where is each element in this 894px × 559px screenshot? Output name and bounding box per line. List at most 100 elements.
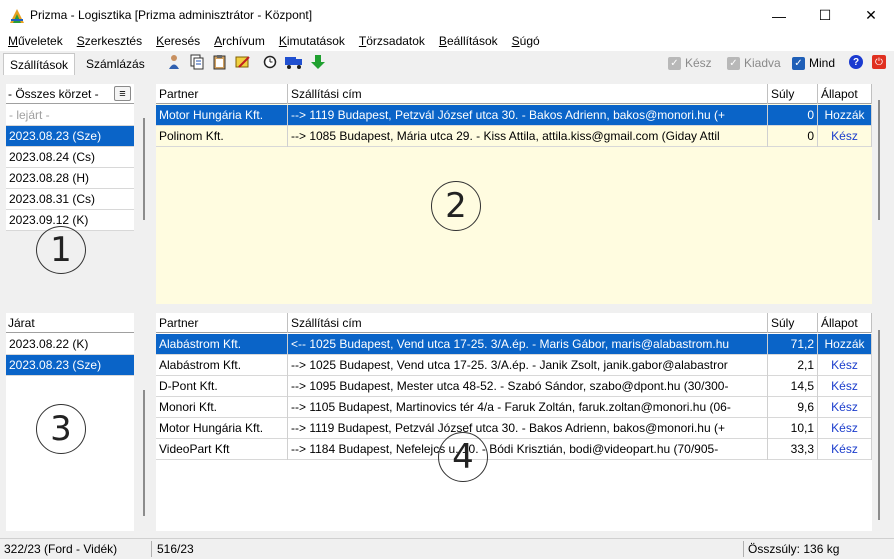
help-icon[interactable]: ? [849,55,863,69]
menu-mnemonic: B [438,34,447,48]
tab-shipping[interactable]: Szállítások [3,53,76,75]
grid-header: Partner Szállítási cím Súly Állapot [156,313,872,333]
minimize-button[interactable]: — [756,0,802,31]
table-row[interactable]: Monori Kft. --> 1105 Budapest, Martinovic… [156,397,872,418]
table-row[interactable]: Polinom Kft. --> 1085 Budapest, Mária utc… [156,126,872,147]
cell-address: --> 1085 Budapest, Mária utca 29. - Kiss… [288,126,768,147]
status-document: 516/23 [157,542,194,556]
copy-icon[interactable] [189,54,205,70]
done-checkbox[interactable]: ✓ Kész [668,56,712,70]
column-header-address[interactable]: Szállítási cím [288,313,768,333]
menu-mnemonic: M [8,34,18,48]
list-item[interactable]: - lejárt - [6,105,134,126]
issued-checkbox-label: Kiadva [744,56,781,70]
clock-icon[interactable] [262,54,278,70]
route-scrollbar[interactable] [143,390,145,516]
callout-4: 4 [438,432,488,482]
shipment-grid-top[interactable]: Partner Szállítási cím Súly Állapot Moto… [156,84,872,304]
cell-weight: 0 [768,105,818,126]
cell-weight: 14,5 [768,376,818,397]
status-route: 322/23 (Ford - Vidék) [4,542,118,556]
cell-partner: Monori Kft. [156,397,288,418]
menu-item-5[interactable]: Törzsadatok [351,31,431,51]
shipment-grid-bottom[interactable]: Partner Szállítási cím Súly Állapot Alab… [156,313,872,531]
cell-address: <-- 1025 Budapest, Vend utca 17-25. 3/A.… [288,334,768,355]
grid-header: Partner Szállítási cím Súly Állapot [156,84,872,104]
list-item[interactable]: 2023.08.23 (Sze) [6,355,134,376]
cell-status: Kész [818,418,872,439]
menu-mnemonic: S [76,34,85,48]
status-total-weight: Összsúly: 136 kg [748,542,840,556]
district-menu-button[interactable]: ≡ [114,86,131,101]
cell-partner: Alabástrom Kft. [156,334,288,355]
district-list[interactable]: - Összes körzet - ≡ - lejárt -2023.08.23… [6,84,134,231]
callout-1: 1 [36,226,86,274]
column-header-status[interactable]: Állapot [818,313,872,333]
menu-item-3[interactable]: Archívum [206,31,271,51]
column-header-status[interactable]: Állapot [818,84,872,104]
app-logo-icon [8,7,26,25]
menu-label: eresés [164,34,201,48]
menu-mnemonic: A [214,34,223,48]
cell-partner: D-Pont Kft. [156,376,288,397]
menu-item-1[interactable]: Szerkesztés [69,31,148,51]
list-item[interactable]: 2023.08.24 (Cs) [6,147,134,168]
close-button[interactable]: ✕ [848,0,894,31]
column-header-weight[interactable]: Súly [768,313,818,333]
window-title: Prizma - Logisztika [Prizma adminisztrát… [30,8,313,22]
cell-address: --> 1184 Budapest, Nefelejcs u. 10. - Bó… [288,439,768,460]
cell-partner: Motor Hungária Kft. [156,418,288,439]
column-header-partner[interactable]: Partner [156,84,288,104]
status-bar: 322/23 (Ford - Vidék) 516/23 Összsúly: 1… [0,538,894,559]
route-list-header[interactable]: Járat [6,313,134,333]
power-icon[interactable]: ⏻ [872,55,886,69]
top-grid-scrollbar[interactable] [878,100,880,220]
callout-2: 2 [431,181,481,231]
callout-3: 3 [36,404,86,454]
menu-label: zerkesztés [84,34,143,48]
cell-status: Kész [818,355,872,376]
list-item[interactable]: 2023.08.23 (Sze) [6,126,134,147]
column-header-address[interactable]: Szállítási cím [288,84,768,104]
cell-address: --> 1119 Budapest, Petzvál József utca 3… [288,105,768,126]
menu-label: eállítások [446,34,498,48]
column-header-partner[interactable]: Partner [156,313,288,333]
tab-billing[interactable]: Számlázás [80,53,151,75]
edit-icon[interactable] [235,54,251,70]
cell-weight: 0 [768,126,818,147]
menu-label: imutatások [286,34,345,48]
cell-partner: Alabástrom Kft. [156,355,288,376]
district-scrollbar[interactable] [143,118,145,220]
cell-status: Hozzák [818,105,872,126]
bottom-grid-scrollbar[interactable] [878,330,880,520]
list-item[interactable]: 2023.08.31 (Cs) [6,189,134,210]
table-row[interactable]: VideoPart Kft --> 1184 Budapest, Nefelejc… [156,439,872,460]
cell-status: Hozzák [818,334,872,355]
menu-item-6[interactable]: Beállítások [431,31,504,51]
person-icon[interactable] [166,54,182,70]
table-row[interactable]: Alabástrom Kft. <-- 1025 Budapest, Vend u… [156,334,872,355]
menu-item-7[interactable]: Súgó [504,31,546,51]
menu-mnemonic: K [278,34,287,48]
menu-item-2[interactable]: Keresés [148,31,206,51]
menu-label: örzsadatok [366,34,425,48]
table-row[interactable]: D-Pont Kft. --> 1095 Budapest, Mester utc… [156,376,872,397]
table-row[interactable]: Motor Hungária Kft. --> 1119 Budapest, Pe… [156,418,872,439]
table-row[interactable]: Alabástrom Kft. --> 1025 Budapest, Vend u… [156,355,872,376]
clipboard-icon[interactable] [212,54,228,70]
cell-address: --> 1119 Budapest, Petzvál József utca 3… [288,418,768,439]
list-item[interactable]: 2023.08.22 (K) [6,334,134,355]
truck-icon[interactable] [284,54,304,70]
menu-item-0[interactable]: Műveletek [0,31,69,51]
column-header-weight[interactable]: Súly [768,84,818,104]
down-arrow-icon[interactable] [310,54,326,70]
issued-checkbox[interactable]: ✓ Kiadva [727,56,781,70]
list-item[interactable]: 2023.08.28 (H) [6,168,134,189]
cell-address: --> 1025 Budapest, Vend utca 17-25. 3/A.… [288,355,768,376]
table-row[interactable]: Motor Hungária Kft. --> 1119 Budapest, Pe… [156,105,872,126]
all-checkbox[interactable]: ✓ Mind [792,56,835,70]
maximize-button[interactable]: ☐ [802,0,848,31]
menu-mnemonic: K [156,34,165,48]
menu-item-4[interactable]: Kimutatások [271,31,351,51]
check-icon: ✓ [792,56,805,70]
